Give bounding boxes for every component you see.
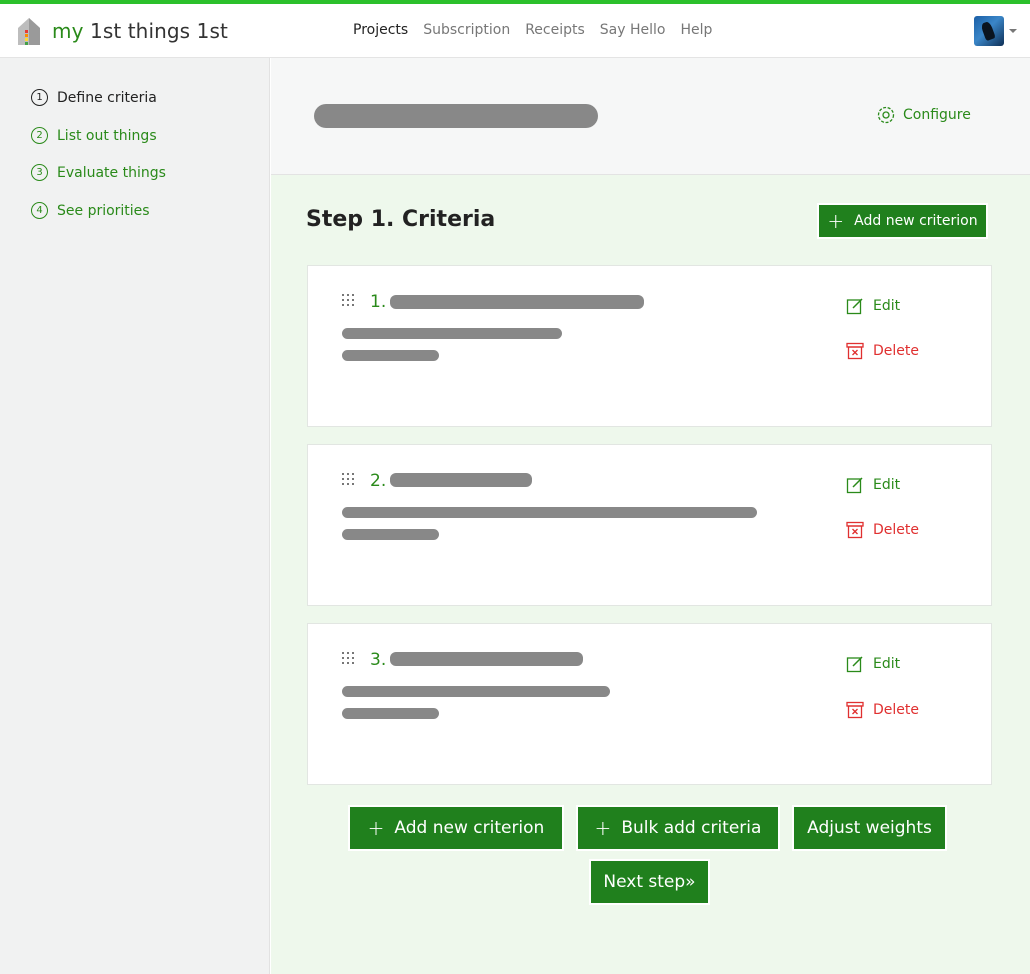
- configure-label: Configure: [903, 107, 971, 123]
- criteria-main: Step 1. Criteria + Add new criterion 1. …: [271, 175, 1030, 974]
- sidebar-item-label: Evaluate things: [57, 164, 166, 181]
- delete-label: Delete: [873, 702, 919, 718]
- criterion-name-redacted: [390, 652, 583, 666]
- drag-handle-icon[interactable]: [342, 473, 356, 489]
- add-criterion-bottom-label: Add new criterion: [394, 818, 545, 838]
- add-criterion-label: Add new criterion: [854, 213, 978, 229]
- sidebar-item-list-out-things[interactable]: 2 List out things: [31, 127, 157, 144]
- drag-handle-icon[interactable]: [342, 652, 356, 668]
- drag-handle-icon[interactable]: [342, 294, 356, 310]
- criterion-weight-redacted: [342, 708, 439, 719]
- delete-button[interactable]: Delete: [846, 521, 919, 539]
- plus-icon: +: [827, 209, 845, 233]
- page-title: Step 1. Criteria: [306, 207, 496, 232]
- adjust-weights-button[interactable]: Adjust weights: [794, 807, 945, 849]
- brand-my: my: [52, 19, 84, 43]
- nav-help[interactable]: Help: [680, 22, 712, 38]
- criterion-description-redacted: [342, 507, 757, 518]
- criterion-description-redacted: [342, 328, 562, 339]
- add-criterion-bottom-button[interactable]: + Add new criterion: [350, 807, 562, 849]
- sidebar-item-evaluate-things[interactable]: 3 Evaluate things: [31, 164, 166, 181]
- delete-icon: [846, 701, 864, 719]
- plus-icon: +: [367, 816, 385, 840]
- project-title-redacted: [314, 104, 598, 128]
- brand-name: my 1st things 1st: [52, 19, 228, 43]
- criterion-card: 2. Edit Delete: [307, 444, 992, 606]
- step-number-icon: 4: [31, 202, 48, 219]
- delete-button[interactable]: Delete: [846, 701, 919, 719]
- delete-button[interactable]: Delete: [846, 342, 919, 360]
- navbar: my 1st things 1st Projects Subscription …: [0, 4, 1030, 58]
- sidebar-item-label: List out things: [57, 127, 157, 144]
- edit-label: Edit: [873, 656, 901, 672]
- criterion-weight-redacted: [342, 350, 439, 361]
- criterion-name-redacted: [390, 295, 644, 309]
- configure-gear-icon: [877, 106, 895, 124]
- edit-button[interactable]: Edit: [846, 655, 900, 673]
- delete-label: Delete: [873, 522, 919, 538]
- brand-rest: 1st things 1st: [83, 19, 228, 43]
- nav-subscription[interactable]: Subscription: [423, 22, 510, 38]
- next-step-button[interactable]: Next step»: [591, 861, 708, 903]
- bulk-add-label: Bulk add criteria: [621, 818, 762, 838]
- criterion-card: 1. Edit Delete: [307, 265, 992, 427]
- user-menu[interactable]: [974, 16, 1017, 46]
- criterion-name-redacted: [390, 473, 532, 487]
- configure-button[interactable]: Configure: [877, 106, 971, 124]
- criterion-number: 3.: [370, 650, 387, 670]
- criterion-card: 3. Edit Delete: [307, 623, 992, 785]
- nav-say-hello[interactable]: Say Hello: [600, 22, 666, 38]
- sidebar-item-see-priorities[interactable]: 4 See priorities: [31, 202, 150, 219]
- brand[interactable]: my 1st things 1st: [16, 16, 228, 46]
- avatar: [974, 16, 1004, 46]
- criterion-description-redacted: [342, 686, 610, 697]
- bulk-add-criteria-button[interactable]: + Bulk add criteria: [578, 807, 778, 849]
- edit-label: Edit: [873, 477, 901, 493]
- edit-icon: [846, 477, 863, 494]
- edit-label: Edit: [873, 298, 901, 314]
- criterion-number: 2.: [370, 471, 387, 491]
- nav-receipts[interactable]: Receipts: [525, 22, 585, 38]
- delete-label: Delete: [873, 343, 919, 359]
- main-nav: Projects Subscription Receipts Say Hello…: [353, 22, 727, 38]
- edit-button[interactable]: Edit: [846, 297, 900, 315]
- plus-icon: +: [594, 816, 612, 840]
- edit-icon: [846, 656, 863, 673]
- edit-icon: [846, 298, 863, 315]
- edit-button[interactable]: Edit: [846, 476, 900, 494]
- criterion-weight-redacted: [342, 529, 439, 540]
- chevron-down-icon: [1009, 29, 1017, 33]
- step-number-icon: 1: [31, 89, 48, 106]
- sidebar: 1 Define criteria 2 List out things 3 Ev…: [0, 58, 270, 974]
- next-step-label: Next step»: [603, 872, 696, 892]
- delete-icon: [846, 342, 864, 360]
- project-header: Configure: [271, 58, 1030, 175]
- sidebar-item-label: See priorities: [57, 202, 150, 219]
- add-criterion-top-button[interactable]: + Add new criterion: [819, 205, 986, 237]
- sidebar-item-define-criteria[interactable]: 1 Define criteria: [31, 89, 157, 106]
- house-logo-icon: [18, 18, 40, 45]
- delete-icon: [846, 521, 864, 539]
- adjust-weights-label: Adjust weights: [807, 818, 932, 838]
- sidebar-item-label: Define criteria: [57, 89, 157, 106]
- criterion-number: 1.: [370, 292, 387, 312]
- step-number-icon: 2: [31, 127, 48, 144]
- step-number-icon: 3: [31, 164, 48, 181]
- nav-projects[interactable]: Projects: [353, 22, 408, 38]
